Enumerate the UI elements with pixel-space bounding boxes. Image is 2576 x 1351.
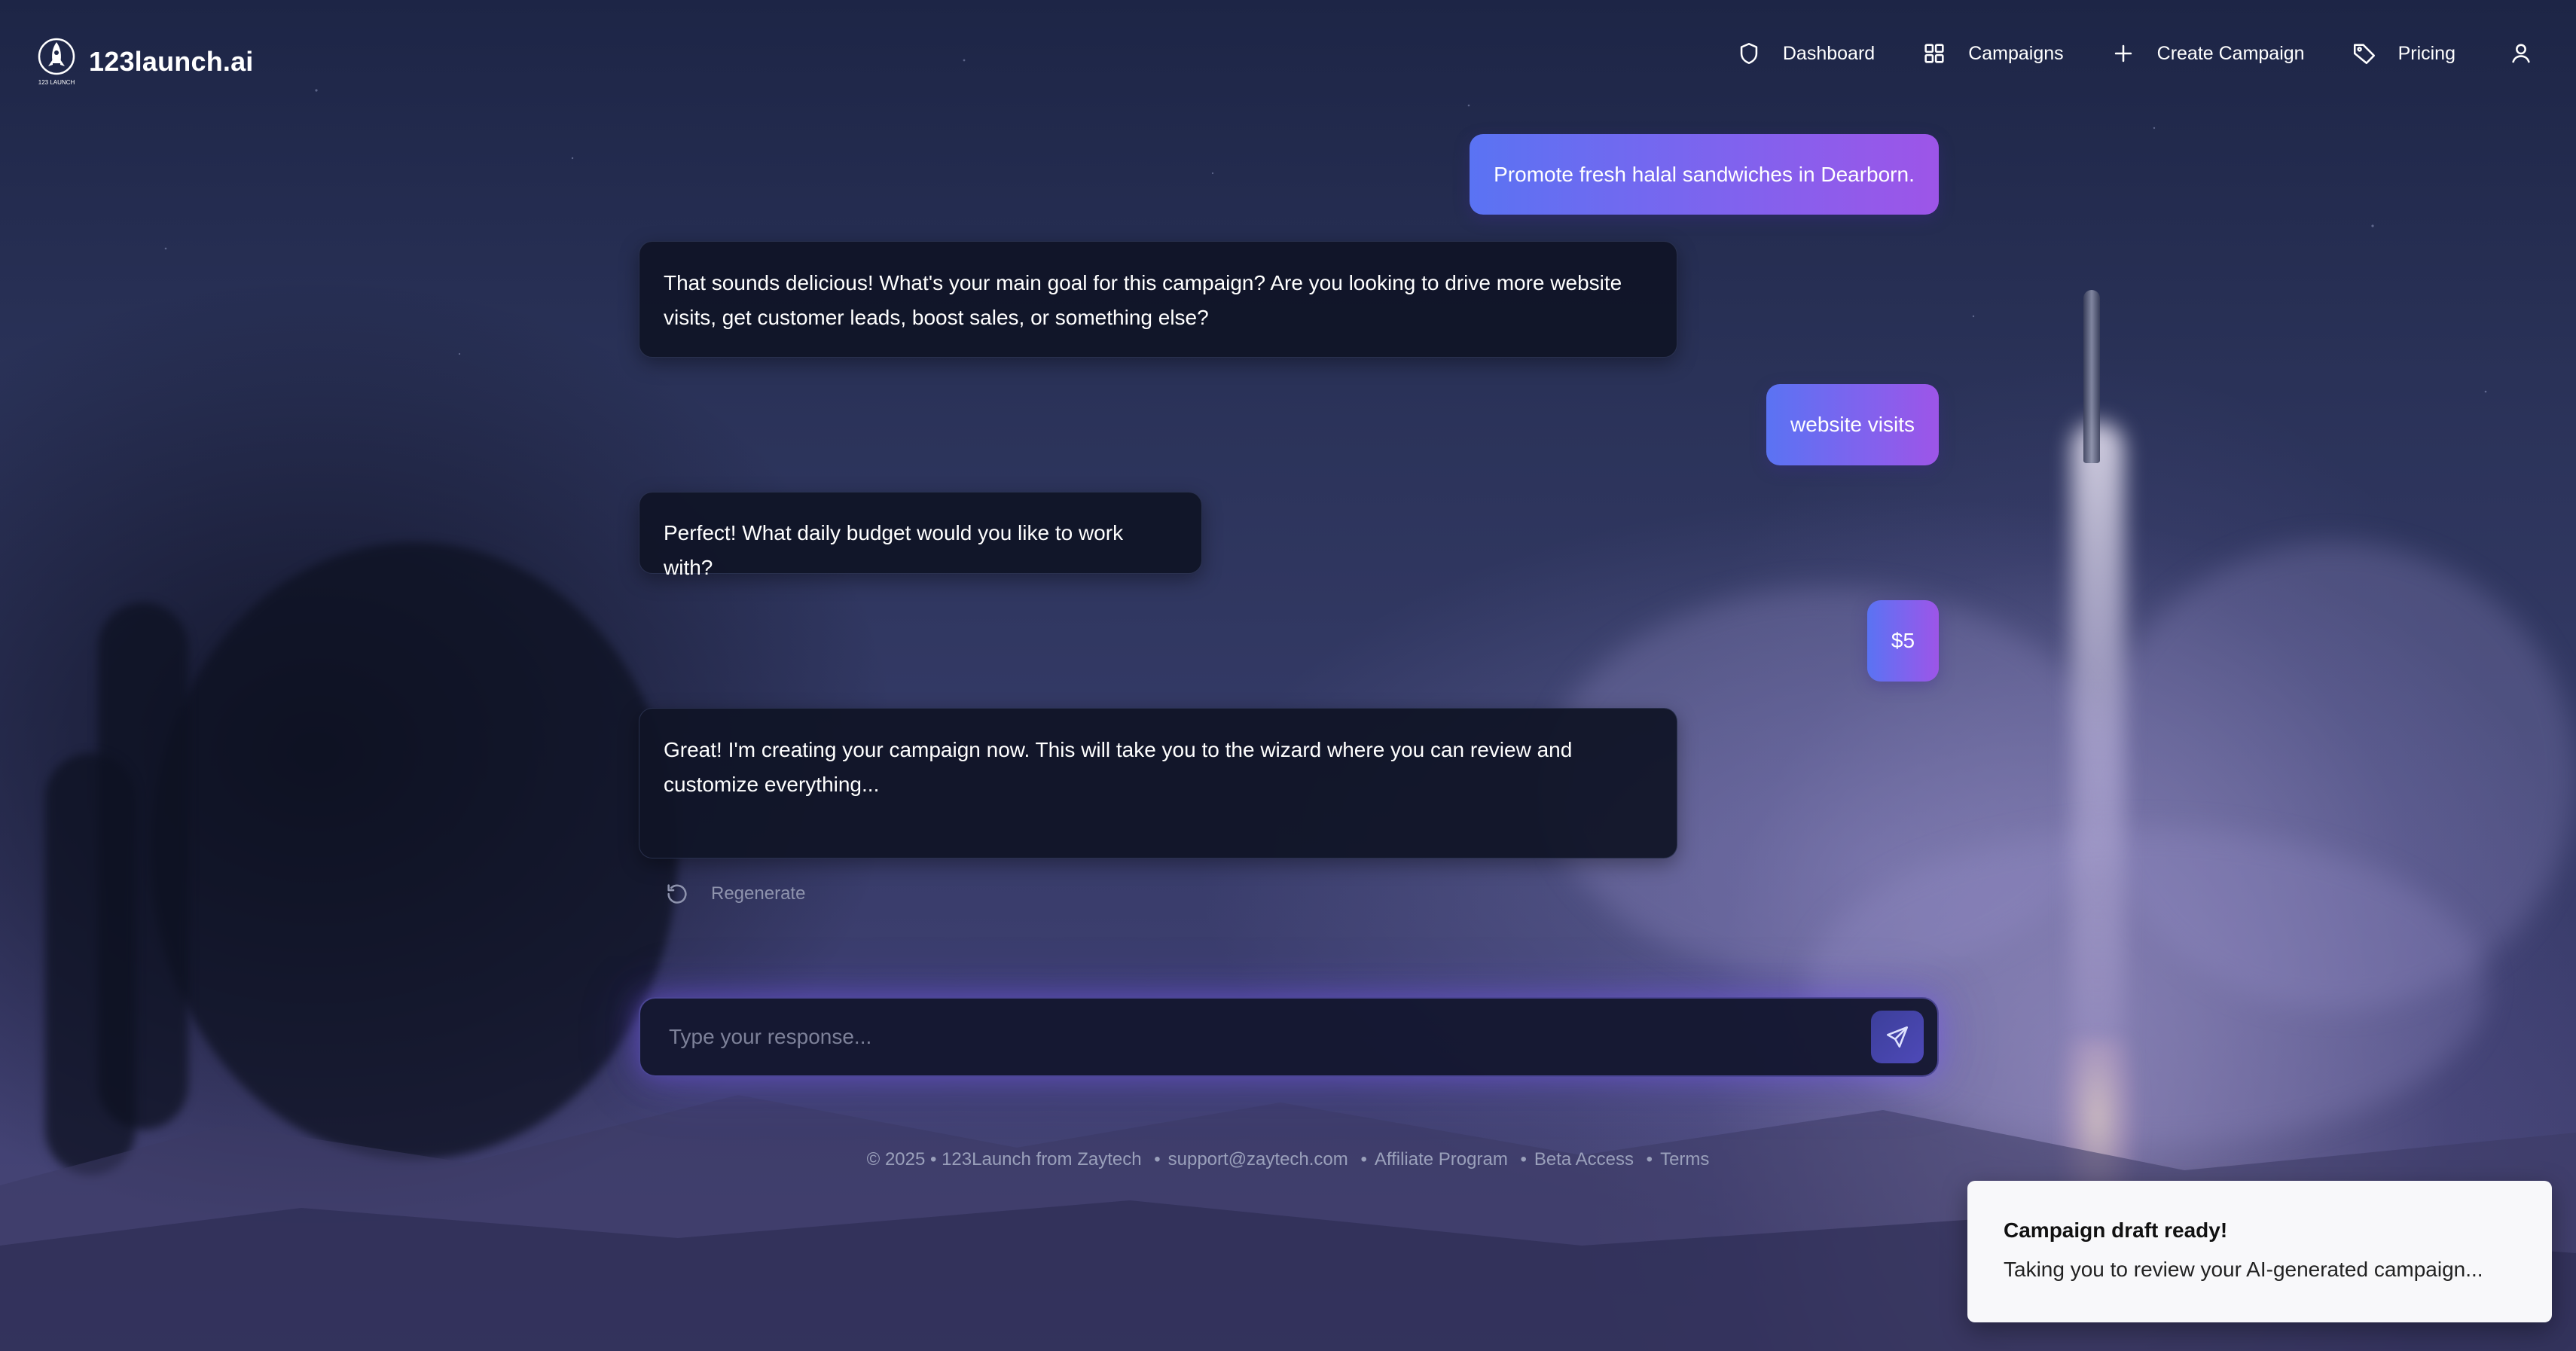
nav-item-dashboard[interactable]: Dashboard [1736,41,1875,66]
nav-item-label: Create Campaign [2156,42,2305,64]
footer-separator: • [1360,1149,1367,1170]
grid-icon [1924,44,1944,63]
assistant-message: Perfect! What daily budget would you lik… [639,492,1202,579]
tag-icon [2353,44,2375,65]
user-message: $5 [1867,600,1939,682]
message-text: Perfect! What daily budget would you lik… [664,521,1124,579]
rocket-logo-icon: 123 LAUNCH [36,36,77,87]
footer-link-support[interactable]: support@zaytech.com [1168,1149,1348,1170]
nav-item-create-campaign[interactable]: Create Campaign [2111,41,2305,66]
message-text: That sounds delicious! What's your main … [664,271,1622,329]
regenerate-label: Regenerate [711,883,806,904]
footer-separator: • [1154,1149,1161,1170]
nav-item-pricing[interactable]: Pricing [2352,41,2455,66]
regenerate-button[interactable]: Regenerate [664,881,805,907]
shield-icon [1740,42,1758,65]
send-icon [1886,1026,1909,1048]
brand-logo[interactable]: 123 LAUNCH 123launch.ai [36,36,254,87]
footer-copyright: © 2025 • 123Launch from Zaytech [866,1149,1142,1170]
refresh-icon [667,884,687,904]
footer: © 2025 • 123Launch from Zaytech • support… [0,1149,2576,1170]
user-icon[interactable] [2508,41,2534,66]
app-name: 123launch.ai [89,46,254,77]
assistant-message: That sounds delicious! What's your main … [639,241,1677,358]
nav-item-label: Campaigns [1968,42,2064,64]
assistant-message: Great! I'm creating your campaign now. T… [639,708,1677,858]
footer-separator: • [1520,1149,1527,1170]
footer-link-beta-access[interactable]: Beta Access [1534,1149,1634,1170]
nav-item-campaigns[interactable]: Campaigns [1921,41,2064,66]
response-input[interactable] [640,999,1871,1075]
nav-item-label: Pricing [2397,42,2455,64]
response-input-container [639,997,1939,1077]
user-message: website visits [1766,384,1939,465]
nav-item-label: Dashboard [1782,42,1876,64]
logo-caption: 123 LAUNCH [38,79,75,86]
app-window: 123 LAUNCH 123launch.ai Dashboard Campai… [0,0,2576,1351]
footer-link-terms[interactable]: Terms [1660,1149,1709,1170]
send-button[interactable] [1871,1011,1924,1063]
message-text: $5 [1891,629,1915,653]
rocket-illustration [2083,290,2100,463]
footer-link-affiliate[interactable]: Affiliate Program [1375,1149,1508,1170]
message-text: Great! I'm creating your campaign now. T… [664,738,1573,796]
toast-description: Taking you to review your AI-generated c… [2004,1258,2483,1281]
toast-title: Campaign draft ready! [2004,1218,2228,1242]
footer-separator: • [1646,1149,1653,1170]
message-text: Promote fresh halal sandwiches in Dearbo… [1494,162,1915,186]
top-navigation: Dashboard Campaigns Create Campaign Pric… [1689,41,2534,66]
toast-notification: Campaign draft ready! Taking you to revi… [1967,1181,2552,1322]
user-message: Promote fresh halal sandwiches in Dearbo… [1470,134,1939,215]
message-text: website visits [1790,413,1915,437]
plus-icon [2114,44,2132,63]
